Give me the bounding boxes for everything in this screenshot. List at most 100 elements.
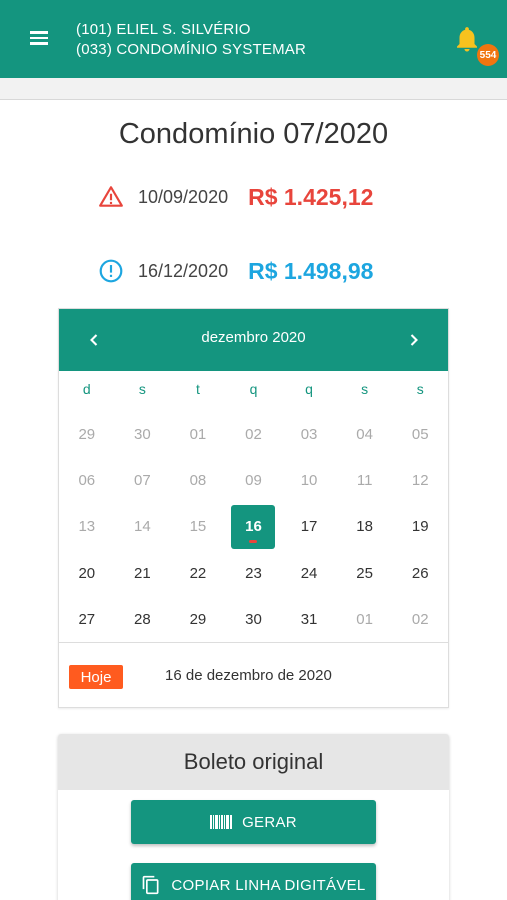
calendar-day[interactable]: 28 — [115, 597, 171, 643]
today-date-text: 16 de dezembro de 2020 — [165, 667, 332, 684]
calendar-day[interactable]: 22 — [170, 550, 226, 596]
weekday-label: s — [416, 381, 424, 397]
calendar-day[interactable]: 29 — [59, 411, 115, 457]
calendar-day-number: 03 — [300, 425, 318, 443]
calendar-day-number: 29 — [189, 611, 207, 629]
calendar-day-number: 23 — [245, 564, 262, 582]
generate-button-label: GERAR — [242, 813, 297, 831]
copy-line-button-label: COPIAR LINHA DIGITÁVEL — [171, 876, 366, 894]
next-month-button[interactable] — [401, 327, 427, 353]
calendar-day[interactable]: 19 — [392, 504, 448, 550]
notification-badge: 554 — [477, 44, 499, 66]
calendar-day[interactable]: 05 — [392, 411, 448, 457]
calendar-day[interactable]: 02 — [226, 411, 282, 457]
sub-bar — [0, 78, 507, 100]
calendar-day[interactable]: 15 — [170, 504, 226, 550]
calendar-day-number: 28 — [134, 611, 151, 629]
calendar-day-number: 14 — [134, 518, 151, 536]
calendar-day[interactable]: 11 — [337, 457, 393, 503]
copy-line-button[interactable]: COPIAR LINHA DIGITÁVEL — [131, 863, 376, 900]
calendar-day-number: 27 — [78, 611, 96, 629]
calendar-day[interactable]: 27 — [59, 597, 115, 643]
calendar-day-number: 02 — [411, 611, 429, 629]
date-picker: dezembro 2020 d s t q q s s 29 30 01 02 03 04 05 06 07… — [58, 308, 449, 708]
menu-button[interactable] — [26, 28, 52, 50]
calendar-day[interactable]: 29 — [170, 597, 226, 643]
calendar-day-number: 18 — [356, 518, 373, 536]
calendar-day[interactable]: 14 — [115, 504, 171, 550]
original-due-amount: R$ 1.425,12 — [248, 183, 374, 210]
calendar-day[interactable]: 25 — [337, 550, 393, 596]
calendar-day[interactable]: 30 — [115, 411, 171, 457]
calendar-day-number: 07 — [134, 472, 151, 490]
due-date-marker — [249, 539, 258, 543]
calendar-day-number: 02 — [245, 425, 262, 443]
calendar-day-number: 30 — [245, 611, 262, 629]
calendar-day-number: 09 — [245, 472, 262, 490]
calendar-day[interactable]: 24 — [281, 550, 337, 596]
calendar-day[interactable]: 13 — [59, 504, 115, 550]
calendar-day[interactable]: 10 — [281, 457, 337, 503]
weekday-label: d — [82, 381, 91, 397]
calendar-day[interactable]: 06 — [59, 457, 115, 503]
calendar-day[interactable]: 12 — [392, 457, 448, 503]
calendar-day-number: 17 — [300, 518, 318, 536]
calendar-day[interactable]: 01 — [337, 597, 393, 643]
calendar-day[interactable]: 03 — [281, 411, 337, 457]
calendar-day[interactable]: 21 — [115, 550, 171, 596]
calendar-day-number: 06 — [78, 472, 96, 490]
page-title: Condomínio 07/2020 — [118, 118, 389, 150]
generate-button[interactable]: GERAR — [131, 800, 376, 844]
warning-icon — [99, 186, 123, 207]
calendar-day[interactable]: 20 — [59, 550, 115, 596]
calendar-day-number: 21 — [134, 564, 151, 582]
calendar-day[interactable]: 31 — [281, 597, 337, 643]
calendar-day-number: 26 — [411, 564, 429, 582]
app-bar: (101) ELIEL S. SILVÉRIO (033) CONDOMÍNIO… — [0, 0, 507, 78]
barcode-icon — [210, 815, 233, 829]
calendar-month-label[interactable]: dezembro 2020 — [59, 329, 448, 346]
calendar-day[interactable]: 09 — [226, 457, 282, 503]
updated-due-row: 16/12/2020 R$ 1.498,98 — [98, 256, 373, 286]
calendar-day[interactable]: 07 — [115, 457, 171, 503]
day-grid: 29 30 01 02 03 04 05 06 07 08 09 10 11 12 13 14 15 16 17 18… — [59, 411, 448, 643]
original-due-row: 10/09/2020 R$ 1.425,12 — [98, 182, 373, 212]
calendar-day[interactable]: 23 — [226, 550, 282, 596]
calendar-day-number: 25 — [356, 564, 373, 582]
calendar-day[interactable]: 18 — [337, 504, 393, 550]
calendar-day-number: 20 — [78, 564, 96, 582]
calendar-day-number: 10 — [300, 472, 318, 490]
calendar-day[interactable]: 08 — [170, 457, 226, 503]
weekday-label: s — [361, 381, 369, 397]
weekday-label: q — [305, 381, 313, 397]
calendar-day-number: 15 — [189, 518, 207, 536]
calendar-footer: Hoje 16 de dezembro de 2020 — [59, 642, 448, 708]
calendar-day[interactable]: 26 — [392, 550, 448, 596]
calendar-day-selected[interactable]: 16 — [226, 504, 282, 550]
boleto-title: Boleto original — [58, 734, 449, 790]
copy-icon — [143, 875, 159, 895]
calendar-day[interactable]: 02 — [392, 597, 448, 643]
calendar-day-number: 30 — [134, 425, 151, 443]
calendar-day-number: 04 — [356, 425, 373, 443]
calendar-day-number: 22 — [189, 564, 207, 582]
calendar-day-number: 19 — [411, 518, 429, 536]
weekday-label: t — [195, 381, 200, 397]
calendar-day[interactable]: 01 — [170, 411, 226, 457]
info-icon — [99, 259, 123, 283]
calendar-day-number: 08 — [189, 472, 207, 490]
calendar-day-number: 13 — [78, 518, 96, 536]
calendar-day[interactable]: 04 — [337, 411, 393, 457]
today-button[interactable]: Hoje — [69, 665, 123, 689]
weekday-label: s — [138, 381, 146, 397]
calendar-day-number: 05 — [411, 425, 429, 443]
condo-line: (033) CONDOMÍNIO SYSTEMAR — [76, 41, 307, 58]
calendar-day[interactable]: 30 — [226, 597, 282, 643]
calendar-day-number: 01 — [189, 425, 207, 443]
original-due-date: 10/09/2020 — [138, 186, 229, 207]
updated-due-amount: R$ 1.498,98 — [248, 257, 374, 284]
boleto-card: Boleto original GERAR COPIAR LINHA DIGIT… — [58, 734, 449, 900]
calendar-day[interactable]: 17 — [281, 504, 337, 550]
calendar-day-number: 16 — [231, 504, 276, 549]
weekday-row: dstqqss — [59, 381, 448, 403]
